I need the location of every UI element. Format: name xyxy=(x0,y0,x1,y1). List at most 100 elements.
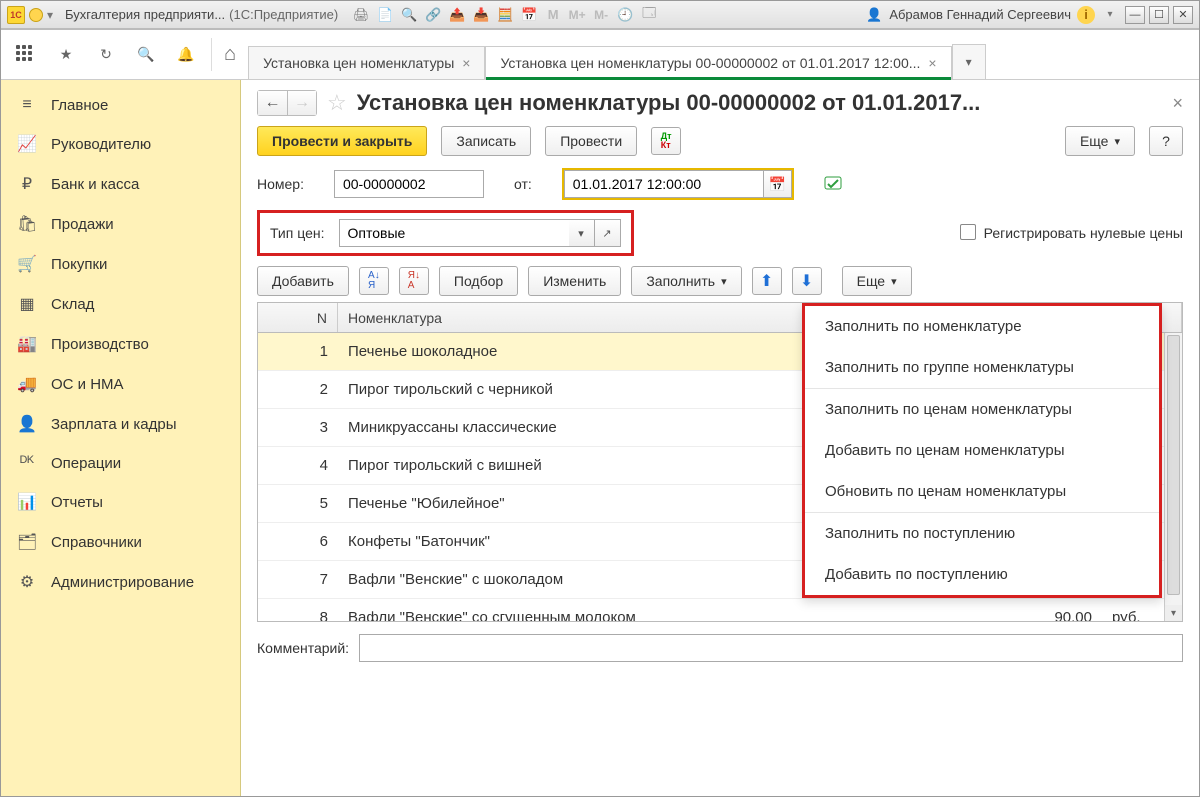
fill-menu-item[interactable]: Заполнить по группе номенклатуры xyxy=(805,347,1159,388)
close-icon[interactable]: × xyxy=(462,55,470,71)
change-button[interactable]: Изменить xyxy=(528,266,621,296)
sidebar-label: Операции xyxy=(51,455,121,472)
fill-menu-item[interactable]: Заполнить по ценам номенклатуры xyxy=(805,389,1159,430)
info-caret-icon[interactable]: ▾ xyxy=(1101,6,1119,24)
link-icon[interactable]: 🔗 xyxy=(424,6,442,24)
tabs-more-button[interactable]: ▾ xyxy=(952,44,986,79)
calendar-icon[interactable]: 📅 xyxy=(520,6,538,24)
sidebar-item-6[interactable]: 🏭Производство xyxy=(1,324,240,364)
register-zero-checkbox[interactable] xyxy=(960,224,976,240)
price-type-highlight: Тип цен: ▾ ↗ xyxy=(257,210,634,256)
history-icon[interactable]: ↻ xyxy=(95,44,117,66)
move-up-button[interactable]: ⬆ xyxy=(752,267,782,295)
find-icon[interactable]: 🔍 xyxy=(400,6,418,24)
bell-icon[interactable]: 🔔 xyxy=(175,44,197,66)
m-minus-icon[interactable]: M- xyxy=(592,6,610,24)
sidebar-item-9[interactable]: ᴰᴷОперации xyxy=(1,444,240,482)
post-button[interactable]: Провести xyxy=(545,126,637,156)
select-button[interactable]: Подбор xyxy=(439,266,518,296)
table-row[interactable]: 8Вафли "Венские" со сгущенным молоком90,… xyxy=(258,599,1182,622)
close-page-button[interactable]: × xyxy=(1172,93,1183,114)
tab-price-setting-list[interactable]: Установка цен номенклатуры × xyxy=(248,46,485,79)
price-type-input[interactable] xyxy=(339,219,569,247)
calendar-picker-icon[interactable]: 📅 xyxy=(764,170,792,198)
sidebar-item-8[interactable]: 👤Зарплата и кадры xyxy=(1,404,240,444)
sidebar-item-7[interactable]: 🚚ОС и НМА xyxy=(1,364,240,404)
windows-icon[interactable]: 🗔 xyxy=(640,6,658,24)
number-input[interactable] xyxy=(334,170,484,198)
fill-menu-item[interactable]: Добавить по поступлению xyxy=(805,554,1159,595)
cell-n: 4 xyxy=(258,457,338,474)
print2-icon[interactable]: 📄 xyxy=(376,6,394,24)
combo-open-icon[interactable]: ↗ xyxy=(595,219,621,247)
sidebar-item-12[interactable]: ⚙Администрирование xyxy=(1,562,240,602)
nav-forward-button[interactable]: → xyxy=(287,90,317,116)
sidebar-item-3[interactable]: 🛍Продажи xyxy=(1,204,240,244)
more-button[interactable]: Еще ▾ xyxy=(1065,126,1135,156)
import-icon[interactable]: 📥 xyxy=(472,6,490,24)
sidebar-item-1[interactable]: 📈Руководителю xyxy=(1,124,240,164)
sidebar-item-11[interactable]: 🗂Справочники xyxy=(1,522,240,562)
tab-price-setting-doc[interactable]: Установка цен номенклатуры 00-00000002 о… xyxy=(485,46,951,79)
sidebar-item-5[interactable]: ▦ Склад xyxy=(1,284,240,324)
move-down-button[interactable]: ⬇ xyxy=(792,267,822,295)
info-icon[interactable]: i xyxy=(1077,6,1095,24)
print-icon[interactable]: 🖨 xyxy=(352,6,370,24)
search-icon[interactable]: 🔍 xyxy=(135,44,157,66)
dtkt-button[interactable]: ДтКт xyxy=(651,127,681,155)
sidebar-icon: 🏭 xyxy=(17,334,37,354)
close-icon[interactable]: × xyxy=(928,55,936,71)
comment-input[interactable] xyxy=(359,634,1183,662)
combo-dropdown-icon[interactable]: ▾ xyxy=(569,219,595,247)
window-minimize-button[interactable]: — xyxy=(1125,6,1145,24)
sidebar-label: Продажи xyxy=(51,216,114,233)
window-maximize-button[interactable]: ☐ xyxy=(1149,6,1169,24)
sort-desc-button[interactable]: Я↓А xyxy=(399,267,429,295)
save-button[interactable]: Записать xyxy=(441,126,531,156)
price-table: N Номенклатура 1Печенье шоколадное2Пирог… xyxy=(257,302,1183,622)
app-title: Бухгалтерия предприяти... xyxy=(65,7,225,22)
sidebar-item-2[interactable]: ₽Банк и касса xyxy=(1,164,240,204)
fill-menu-item[interactable]: Добавить по ценам номенклатуры xyxy=(805,430,1159,471)
fill-button[interactable]: Заполнить ▾ xyxy=(631,266,741,296)
price-type-label: Тип цен: xyxy=(270,225,325,241)
table-scrollbar[interactable]: ▾ xyxy=(1164,333,1182,621)
help-button[interactable]: ? xyxy=(1149,126,1183,156)
cell-n: 6 xyxy=(258,533,338,550)
sidebar-item-10[interactable]: 📊Отчеты xyxy=(1,482,240,522)
apps-grid-icon[interactable] xyxy=(15,44,37,66)
col-number-header[interactable]: N xyxy=(258,303,338,332)
fill-menu-item[interactable]: Заполнить по поступлению xyxy=(805,513,1159,554)
sidebar: ≡Главное📈Руководителю₽Банк и касса🛍Прода… xyxy=(1,80,241,796)
cell-n: 7 xyxy=(258,571,338,588)
sidebar-icon: ▦ xyxy=(17,294,37,314)
window-close-button[interactable]: ✕ xyxy=(1173,6,1193,24)
sidebar-item-0[interactable]: ≡Главное xyxy=(1,86,240,124)
chevron-down-icon: ▾ xyxy=(721,275,727,288)
m-icon[interactable]: M xyxy=(544,6,562,24)
calc-icon[interactable]: 🧮 xyxy=(496,6,514,24)
home-icon[interactable]: ⌂ xyxy=(224,43,236,66)
post-and-close-button[interactable]: Провести и закрыть xyxy=(257,126,427,156)
fill-menu-item[interactable]: Обновить по ценам номенклатуры xyxy=(805,471,1159,512)
export-icon[interactable]: 📤 xyxy=(448,6,466,24)
yellow-dot-icon xyxy=(29,8,43,22)
nav-back-button[interactable]: ← xyxy=(257,90,287,116)
number-label: Номер: xyxy=(257,176,304,192)
sidebar-label: Склад xyxy=(51,296,94,313)
add-row-button[interactable]: Добавить xyxy=(257,266,349,296)
cell-n: 5 xyxy=(258,495,338,512)
m-plus-icon[interactable]: M+ xyxy=(568,6,586,24)
sidebar-item-4[interactable]: 🛒Покупки xyxy=(1,244,240,284)
cell-n: 8 xyxy=(258,609,338,622)
cell-n: 1 xyxy=(258,343,338,360)
clock-icon[interactable]: 🕘 xyxy=(616,6,634,24)
dropdown-caret-icon[interactable]: ▾ xyxy=(47,8,53,22)
sort-asc-button[interactable]: А↓Я xyxy=(359,267,389,295)
date-input[interactable] xyxy=(564,170,764,198)
table-more-button[interactable]: Еще ▾ xyxy=(842,266,912,296)
fill-menu-item[interactable]: Заполнить по номенклатуре xyxy=(805,306,1159,347)
favorite-star-icon[interactable]: ☆ xyxy=(327,90,347,116)
tab-label: Установка цен номенклатуры xyxy=(263,55,454,71)
star-icon[interactable]: ★ xyxy=(55,44,77,66)
